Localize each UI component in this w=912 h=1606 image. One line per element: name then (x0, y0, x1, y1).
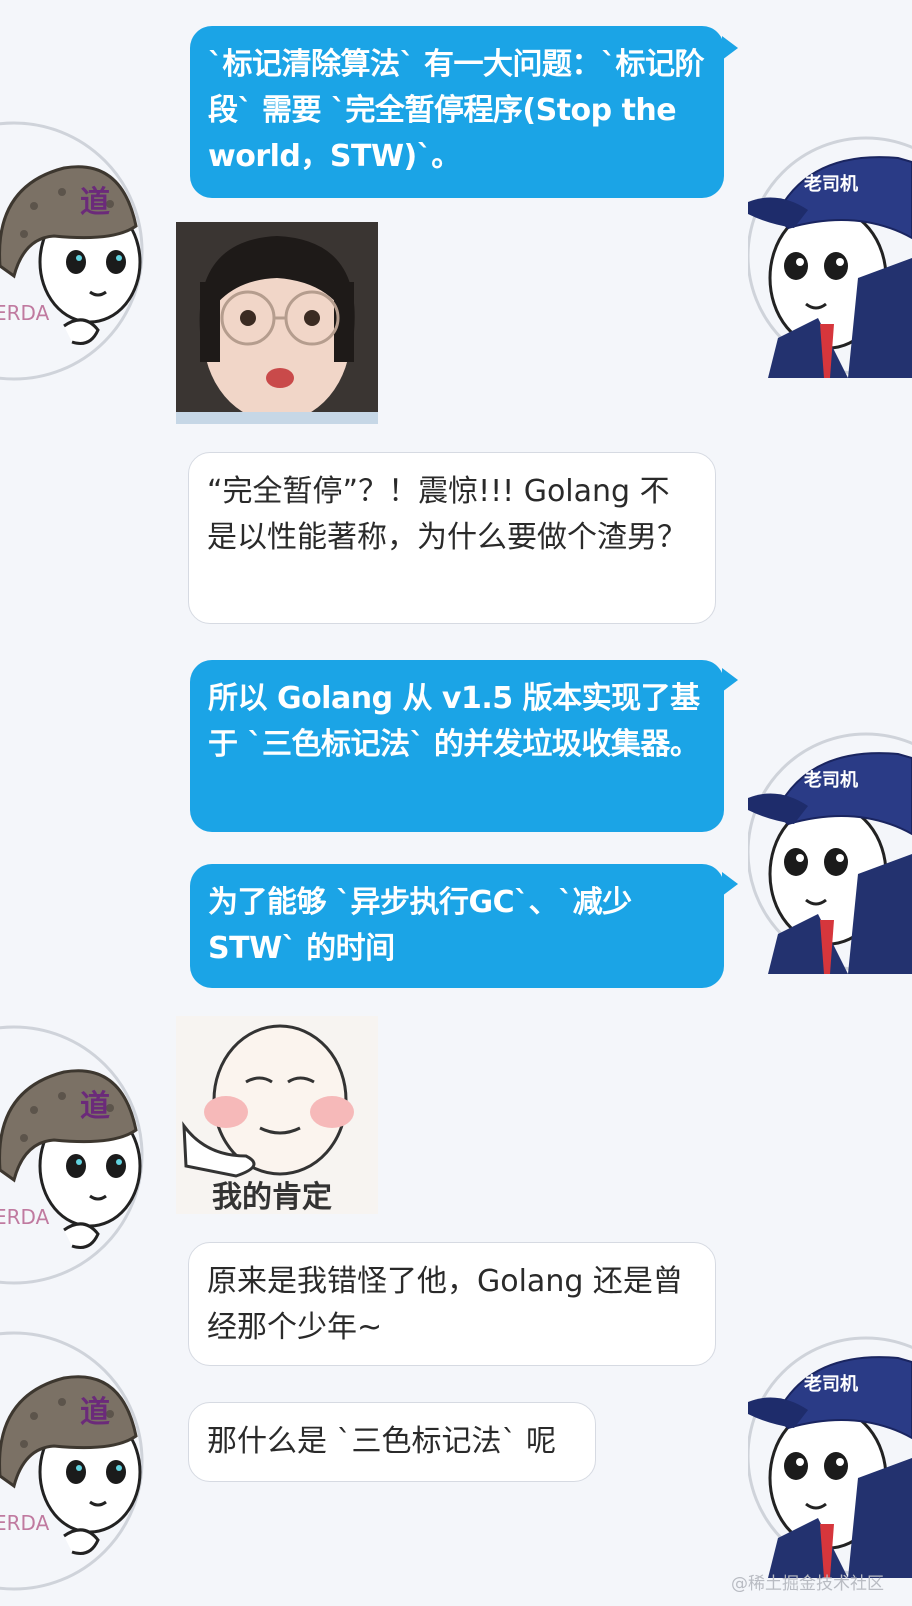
message-bubble-outgoing: `标记清除算法` 有一大问题：`标记阶段` 需要 `完全暂停程序(Stop th… (190, 26, 724, 198)
message-bubble-incoming: 那什么是 `三色标记法` 呢 (188, 1402, 596, 1482)
avatar-name-fragment: ERDA (0, 1511, 50, 1535)
message-bubble-incoming: 原来是我错怪了他，Golang 还是曾经那个少年~ (188, 1242, 716, 1366)
avatar-laosiji[interactable]: 老司机 (748, 1328, 912, 1578)
sticker-caption: 我的肯定 (212, 1180, 332, 1214)
avatar-laosiji[interactable]: 老司机 (748, 724, 912, 974)
bubble-tail (722, 668, 738, 692)
avatar-badge-text: 老司机 (804, 769, 858, 791)
laosiji-avatar-icon: 老司机 (748, 732, 912, 974)
bubble-tail (722, 36, 738, 60)
avatar-name-fragment: ERDA (0, 1205, 50, 1229)
dao-avatar-icon: 道 ERDA (0, 1025, 144, 1285)
avatar-dao[interactable]: 道 ERDA (0, 1020, 146, 1290)
dao-avatar-icon: 道 ERDA (0, 121, 144, 381)
laosiji-avatar-icon: 老司机 (748, 136, 912, 378)
avatar-dao[interactable]: 道 ERDA (0, 116, 146, 386)
message-bubble-outgoing: 所以 Golang 从 v1.5 版本实现了基于 `三色标记法` 的并发垃圾收集… (190, 660, 724, 832)
sticker-surprised-girl[interactable] (176, 222, 378, 424)
message-bubble-incoming: “完全暂停”？！震惊!!! Golang 不是以性能著称，为什么要做个渣男？ (188, 452, 716, 624)
avatar-badge-text: 道 (80, 1089, 110, 1124)
laosiji-avatar-icon: 老司机 (748, 1336, 912, 1578)
avatar-laosiji[interactable]: 老司机 (748, 128, 912, 378)
bubble-tail (722, 872, 738, 896)
watermark: @稀土掘金技术社区 (731, 1574, 884, 1594)
chat-conversation: `标记清除算法` 有一大问题：`标记阶段` 需要 `完全暂停程序(Stop th… (0, 0, 912, 1606)
message-bubble-outgoing: 为了能够 `异步执行GC`、`减少 STW` 的时间 (190, 864, 724, 988)
avatar-badge-text: 道 (80, 1395, 110, 1430)
avatar-badge-text: 道 (80, 185, 110, 220)
dao-avatar-icon: 道 ERDA (0, 1331, 144, 1591)
avatar-name-fragment: ERDA (0, 301, 50, 325)
surprised-girl-icon (176, 222, 378, 424)
avatar-dao[interactable]: 道 ERDA (0, 1326, 146, 1596)
avatar-badge-text: 老司机 (804, 173, 858, 195)
avatar-badge-text: 老司机 (804, 1373, 858, 1395)
sticker-approval-meme[interactable]: 我的肯定 (176, 1016, 378, 1214)
